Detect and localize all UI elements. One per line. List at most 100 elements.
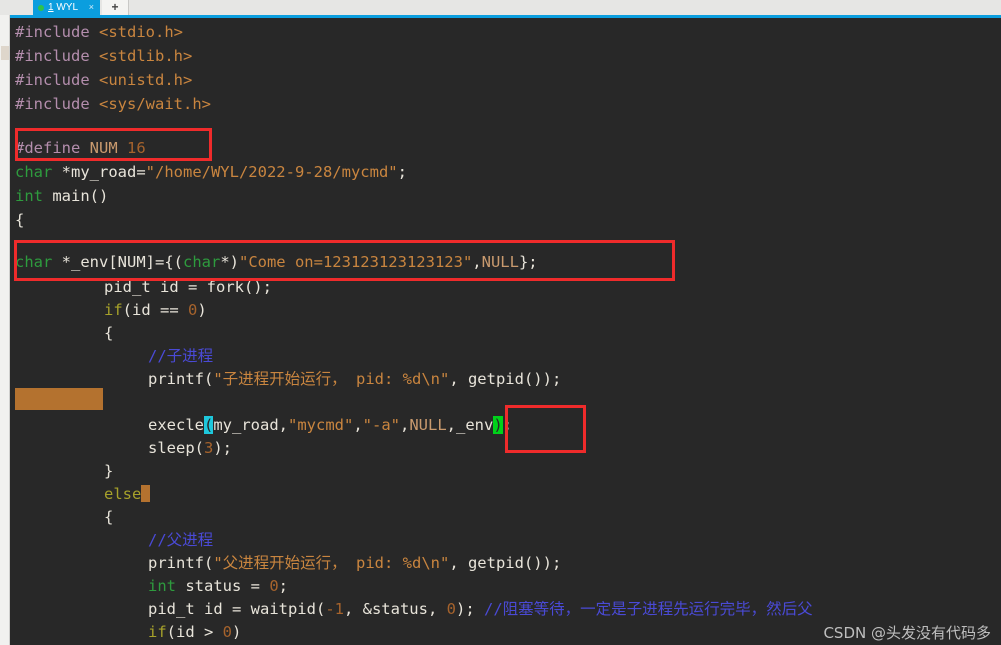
new-tab-button[interactable]: +: [102, 0, 129, 15]
token-num-macro: NUM: [117, 253, 146, 271]
token-include: #include: [15, 71, 90, 89]
token-env-assign: ]={(: [145, 253, 183, 271]
token-dash-a-string: "-a": [362, 416, 400, 434]
token-comment-parent: //父进程: [148, 531, 214, 549]
token-define-value: 16: [127, 139, 146, 157]
token-null: NULL: [409, 416, 447, 434]
code-line-my-road: char *my_road="/home/WYL/2022-9-28/mycmd…: [15, 160, 407, 184]
terminal-code-area[interactable]: #include <stdio.h> #include <stdlib.h> #…: [10, 18, 1001, 645]
redacted-block: [15, 388, 103, 410]
edge-marker-icon: [1, 46, 9, 60]
text-cursor: ): [493, 416, 503, 434]
editor-window: 1 WYL × + #include <stdio.h> #include <s…: [0, 0, 1001, 645]
token-include: #include: [15, 47, 90, 65]
token-if: if: [104, 301, 123, 319]
token-waitpid-args: , &status,: [343, 600, 447, 618]
token-brace: {: [104, 324, 114, 342]
token-if-cond-open: (id >: [166, 623, 223, 641]
token-sleep-arg: 3: [204, 439, 214, 457]
token-execle-args: my_road,: [213, 416, 288, 434]
token-include: #include: [15, 95, 90, 113]
code-line-if-parent: if(id > 0): [148, 620, 241, 644]
code-line-printf-parent: printf("父进程开始运行， pid: %d\n", getpid());: [148, 551, 561, 575]
code-line-sleep: sleep(3);: [148, 436, 232, 460]
code-line-execle: execle(my_road,"mycmd","-a",NULL,_env);: [148, 413, 512, 437]
token-comma: ,: [472, 253, 482, 271]
code-line-include-stdio: #include <stdio.h>: [15, 20, 183, 44]
code-line-include-stdlib: #include <stdlib.h>: [15, 44, 192, 68]
token-execle: execle: [148, 416, 204, 434]
token-comma: ,: [353, 416, 363, 434]
token-env-decl: *_env[: [52, 253, 118, 271]
token-include: #include: [15, 23, 90, 41]
code-line-else: else: [104, 482, 151, 506]
token-define: #define: [15, 139, 81, 157]
token-header-syswait: <sys/wait.h>: [99, 95, 211, 113]
token-int: int: [148, 577, 176, 595]
token-sleep: sleep(: [148, 439, 204, 457]
token-minus-one: -1: [325, 600, 344, 618]
tab-filename: WYL: [56, 2, 79, 13]
code-line-printf-child: printf("子进程开始运行， pid: %d\n", getpid());: [148, 367, 561, 391]
token-zero: 0: [188, 301, 198, 319]
paren-match-highlight: (: [204, 416, 214, 434]
token-semicolon: ;: [397, 163, 407, 181]
code-line-comment-child: //子进程: [148, 344, 213, 368]
close-icon[interactable]: ×: [89, 0, 94, 15]
token-brace: }: [104, 462, 114, 480]
code-line-open-brace-parent: {: [104, 505, 113, 529]
tab-wyl[interactable]: 1 WYL ×: [33, 0, 100, 15]
code-line-close-brace-child: }: [104, 459, 113, 483]
token-if-cond-close: ): [197, 301, 207, 319]
token-waitpid: pid_t id = waitpid(: [148, 600, 326, 618]
code-line-main: int main(): [15, 184, 108, 208]
token-fork-stmt: pid_t id = fork();: [104, 278, 272, 296]
token-header-stdio: <stdio.h>: [99, 23, 183, 41]
token-cast-close: *): [220, 253, 239, 271]
token-env-end: };: [518, 253, 538, 271]
window-left-edge: [0, 15, 10, 645]
token-my-road-decl: *my_road=: [52, 163, 146, 181]
code-line-waitpid: pid_t id = waitpid(-1, &status, 0); //阻塞…: [148, 597, 813, 621]
token-header-unistd: <unistd.h>: [99, 71, 193, 89]
token-if-cond-close: ): [232, 623, 242, 641]
code-line-open-brace-child: {: [104, 321, 113, 345]
token-env-string: "Come on=123123123123123": [238, 253, 473, 271]
code-line-status: int status = 0;: [148, 574, 288, 598]
token-brace: {: [15, 211, 25, 229]
token-sleep-close: );: [213, 439, 233, 457]
token-if: if: [148, 623, 167, 641]
code-line-fork: pid_t id = fork();: [104, 275, 272, 299]
token-header-stdlib: <stdlib.h>: [99, 47, 193, 65]
token-fmt-child: "子进程开始运行， pid: %d\n": [213, 370, 450, 388]
code-line-env-array: char *_env[NUM]={(char*)"Come on=1231231…: [15, 250, 538, 274]
token-comment-child: //子进程: [148, 347, 214, 365]
token-waitpid-close: );: [455, 600, 484, 618]
tab-index: 1: [48, 2, 54, 13]
token-printf: printf(: [148, 554, 214, 572]
code-line-if-child: if(id == 0): [104, 298, 207, 322]
token-semicolon: ;: [502, 416, 513, 434]
token-printf: printf(: [148, 370, 214, 388]
csdn-watermark: CSDN @头发没有代码多: [823, 624, 991, 642]
token-int: int: [15, 187, 43, 205]
token-comment-waitpid: //阻塞等待，一定是子进程先运行完毕，然后父: [483, 600, 813, 618]
token-define-name: NUM: [89, 139, 118, 157]
token-status-decl: status =: [176, 577, 270, 595]
tab-bar: 1 WYL × +: [0, 0, 1001, 15]
token-printf-args-child: , getpid());: [449, 370, 562, 388]
token-comma: ,: [400, 416, 410, 434]
token-char: char: [15, 253, 53, 271]
token-null: NULL: [481, 253, 519, 271]
code-line-comment-parent: //父进程: [148, 528, 213, 552]
token-semicolon: ;: [278, 577, 289, 595]
token-zero: 0: [269, 577, 279, 595]
token-main-sig: main(): [43, 187, 109, 205]
token-path-string: "/home/WYL/2022-9-28/mycmd": [145, 163, 398, 181]
tab-modified-dot: [38, 5, 44, 11]
token-else: else: [104, 485, 142, 503]
token-printf-args-parent: , getpid());: [449, 554, 562, 572]
token-env-arg: ,_env: [446, 416, 494, 434]
token-fmt-parent: "父进程开始运行， pid: %d\n": [213, 554, 450, 572]
tab-label: 1 WYL: [48, 2, 78, 13]
